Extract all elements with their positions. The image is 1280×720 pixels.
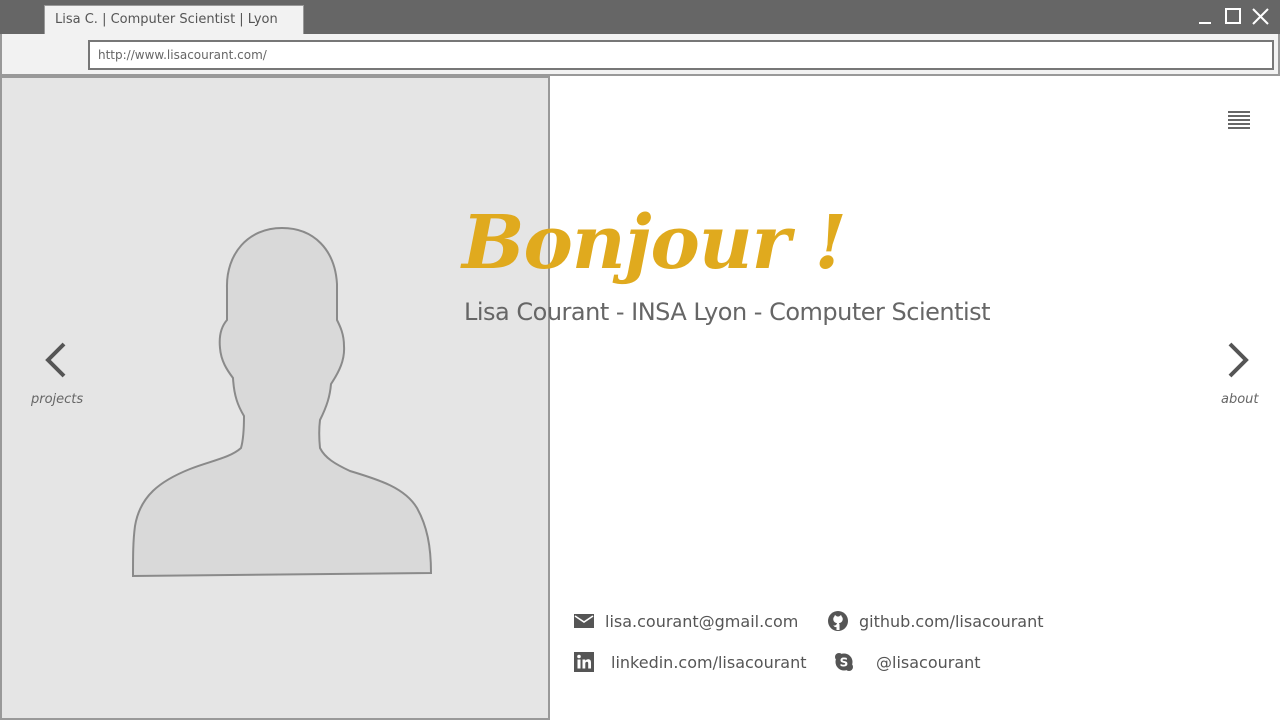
maximize-icon [1225, 8, 1241, 24]
email-link[interactable]: lisa.courant@gmail.com [573, 610, 798, 632]
close-icon [1252, 8, 1269, 25]
skype-icon: S [833, 651, 855, 673]
chevron-left-icon [45, 342, 66, 378]
svg-text:S: S [840, 656, 849, 670]
linkedin-text: linkedin.com/lisacourant [611, 652, 807, 672]
github-text: github.com/lisacourant [859, 611, 1044, 631]
previous-page-button[interactable] [38, 340, 72, 384]
nav-label-about[interactable]: about [1221, 392, 1259, 407]
skype-text: @lisacourant [876, 652, 981, 672]
hamburger-menu-icon [1228, 111, 1250, 129]
chevron-right-icon [1228, 342, 1249, 378]
github-link[interactable]: github.com/lisacourant [827, 610, 1044, 632]
email-text: lisa.courant@gmail.com [605, 611, 799, 631]
subtitle-text: Lisa Courant - INSA Lyon - Computer Scie… [464, 298, 991, 326]
address-bar[interactable]: http://www.lisacourant.com/ [88, 40, 1274, 70]
next-page-button[interactable] [1222, 340, 1256, 384]
minimize-icon [1199, 22, 1211, 24]
browser-tab[interactable]: Lisa C. | Computer Scientist | Lyon [44, 5, 304, 34]
person-silhouette-icon [131, 226, 433, 578]
github-icon [827, 610, 849, 632]
close-button[interactable] [1250, 6, 1272, 28]
maximize-button[interactable] [1222, 6, 1244, 28]
greeting-heading: Bonjour ! [462, 200, 847, 286]
minimize-button[interactable] [1194, 6, 1216, 28]
linkedin-link[interactable]: linkedin.com/lisacourant [573, 651, 807, 673]
mail-icon [573, 610, 595, 632]
linkedin-icon [573, 651, 595, 673]
hamburger-menu-button[interactable] [1226, 108, 1254, 132]
skype-link[interactable]: S @lisacourant [833, 651, 981, 673]
nav-label-projects[interactable]: projects [31, 392, 83, 407]
